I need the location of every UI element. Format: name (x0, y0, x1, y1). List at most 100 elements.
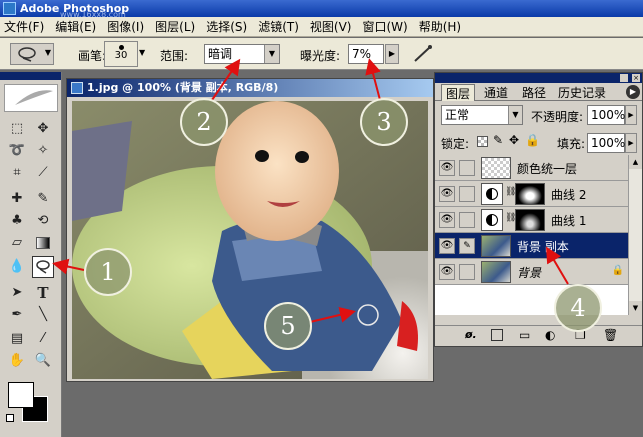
range-label: 范围: (160, 49, 189, 63)
blend-mode-value: 正常 (445, 108, 470, 122)
range-select[interactable]: 暗调 ▼ (204, 44, 280, 64)
magic-wand-icon[interactable]: ✧ (34, 142, 52, 160)
document-icon (71, 82, 83, 94)
menu-select[interactable]: 选择(S) (206, 18, 247, 35)
new-group-icon[interactable]: ▭ (519, 328, 530, 342)
lock-pixels-icon[interactable]: ✎ (493, 133, 503, 147)
tab-history[interactable]: 历史记录 (555, 84, 609, 101)
line-tool-icon[interactable]: ╲ (34, 306, 52, 324)
path-selection-icon[interactable]: ➤ (8, 284, 26, 302)
layer-name: 颜色统一层 (517, 162, 578, 176)
zoom-tool-icon[interactable]: 🔍 (34, 352, 52, 370)
foreground-color-swatch[interactable] (8, 382, 34, 408)
layers-scrollbar[interactable]: ▲ ▼ (628, 155, 642, 315)
brush-picker[interactable]: 30 (104, 41, 138, 67)
brush-tool-icon[interactable]: ✎ (34, 190, 52, 208)
layer-row-color-unify[interactable]: 👁 颜色统一层 (435, 155, 628, 181)
menu-bar: 文件(F) 编辑(E) 图像(I) 图层(L) 选择(S) 滤镜(T) 视图(V… (0, 17, 643, 37)
marquee-tool-icon[interactable]: ⬚ (8, 120, 26, 138)
pen-tool-icon[interactable]: ✒ (8, 306, 26, 324)
new-adjustment-icon[interactable]: ◐ (545, 328, 555, 342)
lock-all-icon[interactable]: 🔒 (525, 133, 540, 147)
close-icon[interactable]: × (632, 74, 640, 82)
fill-slider-button[interactable]: ▶ (625, 133, 637, 153)
callout-2: 2 (180, 98, 228, 146)
layer-row-curves-2[interactable]: 👁 ⛓ 曲线 2 (435, 181, 628, 207)
menu-file[interactable]: 文件(F) (4, 18, 44, 35)
paint-brush-icon[interactable]: ✎ (459, 238, 475, 254)
layer-row-background[interactable]: 👁 背景 🔒 (435, 259, 628, 285)
lasso-tool-icon[interactable]: ➰ (8, 142, 26, 160)
slice-tool-icon[interactable]: ⟋ (34, 164, 52, 182)
dodge-tool-active-icon[interactable] (32, 256, 54, 278)
eye-icon[interactable]: 👁 (439, 186, 455, 202)
dodge-tool-icon (18, 47, 36, 62)
menu-help[interactable]: 帮助(H) (419, 18, 461, 35)
blend-mode-select[interactable]: 正常 ▼ (441, 105, 523, 125)
gradient-tool-icon[interactable] (34, 234, 52, 252)
layer-row-curves-1[interactable]: 👁 ⛓ 曲线 1 (435, 207, 628, 233)
options-bar: ▼ 画笔: 30 ▼ 范围: 暗调 ▼ 曝光度: 7% ▶ (0, 38, 643, 70)
adjustment-layer-icon (481, 209, 503, 231)
layer-name: 曲线 2 (551, 188, 587, 202)
menu-filter[interactable]: 滤镜(T) (258, 18, 299, 35)
eye-icon[interactable]: 👁 (439, 264, 455, 280)
crop-tool-icon[interactable]: ⌗ (8, 164, 26, 182)
menu-layer[interactable]: 图层(L) (155, 18, 195, 35)
scroll-down-icon[interactable]: ▼ (629, 301, 642, 315)
tab-channels[interactable]: 通道 (481, 84, 511, 101)
type-tool-icon[interactable]: T (34, 284, 52, 302)
panel-menu-icon[interactable]: ▶ (626, 85, 640, 99)
exposure-input[interactable]: 7% (348, 44, 384, 64)
fill-input[interactable]: 100% (587, 133, 625, 153)
clone-stamp-icon[interactable]: ♣ (8, 212, 26, 230)
tool-preset-picker[interactable]: ▼ (10, 43, 54, 65)
menu-edit[interactable]: 编辑(E) (55, 18, 96, 35)
feather-logo-icon (4, 84, 58, 112)
delete-layer-icon[interactable]: 🗑 (603, 328, 618, 342)
photoshop-logo-icon (3, 2, 16, 15)
layers-panel-titlebar: × (435, 73, 642, 83)
layer-row-background-copy[interactable]: 👁 ✎ 背景 副本 (435, 233, 628, 259)
callout-5: 5 (264, 302, 312, 350)
eyedropper-icon[interactable]: ⁄ (34, 330, 52, 348)
scroll-up-icon[interactable]: ▲ (629, 155, 642, 169)
tab-layers[interactable]: 图层 (441, 84, 476, 101)
menu-view[interactable]: 视图(V) (310, 18, 352, 35)
layer-style-icon[interactable]: ø. (465, 328, 477, 341)
blur-tool-icon[interactable]: 💧 (8, 258, 26, 276)
document-titlebar[interactable]: 1.jpg @ 100% (背景 副本, RGB/8) (67, 79, 433, 97)
layer-link-box[interactable] (459, 212, 475, 228)
add-mask-icon[interactable] (491, 329, 503, 341)
layer-name: 背景 副本 (517, 240, 569, 254)
history-brush-icon[interactable]: ⟲ (34, 212, 52, 230)
layer-link-box[interactable] (459, 186, 475, 202)
move-tool-icon[interactable]: ✥ (34, 120, 52, 138)
eye-icon[interactable]: 👁 (439, 212, 455, 228)
eraser-tool-icon[interactable]: ▱ (8, 234, 26, 252)
exposure-slider-button[interactable]: ▶ (385, 44, 399, 64)
layer-link-box[interactable] (459, 264, 475, 280)
notes-tool-icon[interactable]: ▤ (8, 330, 26, 348)
layer-link-box[interactable] (459, 160, 475, 176)
eye-icon[interactable]: 👁 (439, 238, 455, 254)
exposure-label: 曝光度: (300, 49, 341, 63)
layer-mask-thumbnail (515, 183, 545, 205)
layer-thumbnail (481, 235, 511, 257)
eye-icon[interactable]: 👁 (439, 160, 455, 176)
lock-transparency-icon[interactable] (477, 136, 488, 147)
menu-window[interactable]: 窗口(W) (362, 18, 407, 35)
tab-paths[interactable]: 路径 (519, 84, 549, 101)
opacity-input[interactable]: 100% (587, 105, 625, 125)
menu-image[interactable]: 图像(I) (107, 18, 144, 35)
airbrush-icon[interactable] (412, 44, 434, 64)
opacity-slider-button[interactable]: ▶ (625, 105, 637, 125)
default-colors-icon[interactable] (6, 414, 14, 422)
minimize-icon[interactable] (620, 74, 628, 82)
hand-tool-icon[interactable]: ✋ (8, 352, 26, 370)
lock-icon: 🔒 (611, 265, 624, 276)
brush-picker-arrow[interactable]: ▼ (139, 48, 145, 57)
healing-brush-icon[interactable]: ✚ (8, 190, 26, 208)
lock-position-icon[interactable]: ✥ (509, 133, 519, 147)
callout-1: 1 (84, 248, 132, 296)
